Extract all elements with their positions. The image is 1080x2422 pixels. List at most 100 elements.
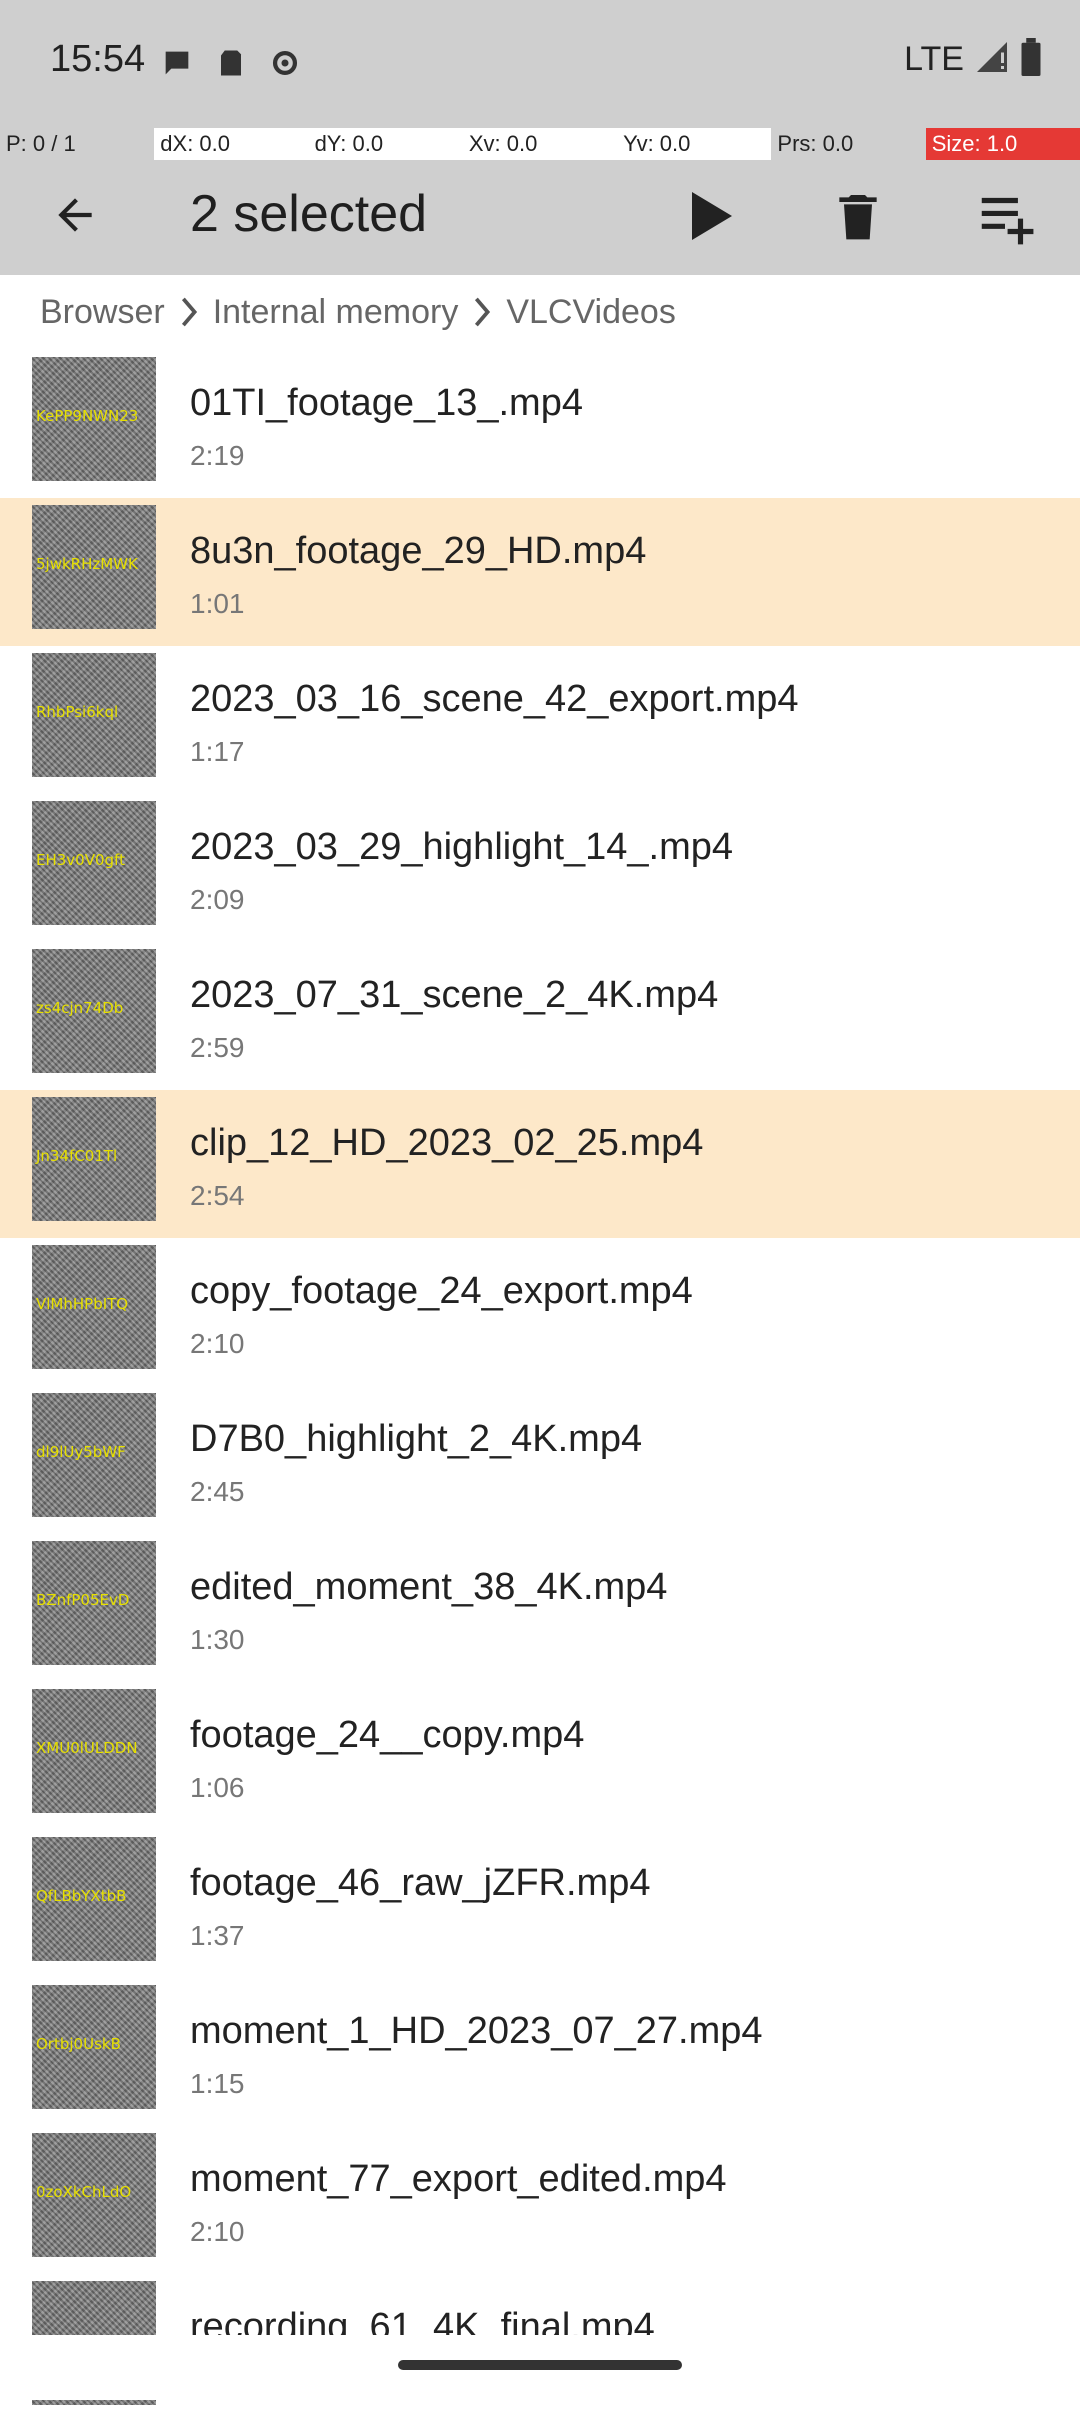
- thumbnail-label: RhbPsi6kql: [36, 703, 119, 721]
- video-title: moment_77_export_edited.mp4: [190, 2158, 727, 2200]
- video-thumbnail: dl9lUy5bWF: [32, 1393, 156, 1517]
- status-right: LTE: [904, 38, 1042, 81]
- add-to-playlist-button[interactable]: [965, 176, 1045, 256]
- debug-xv: Xv: 0.0: [468, 131, 538, 156]
- debug-pressure: Prs: 0.0: [771, 128, 926, 160]
- breadcrumb-browser[interactable]: Browser: [40, 293, 165, 332]
- sd-card-icon: [216, 46, 246, 85]
- thumbnail-label: EH3v0V0gft: [36, 851, 125, 869]
- thumbnail-label: zs4cjn74Db: [36, 999, 124, 1017]
- debug-yv: Yv: 0.0: [623, 131, 691, 156]
- thumbnail-label: Ortbj0UskB: [36, 2035, 121, 2053]
- list-item[interactable]: 0zoXkChLdO moment_77_export_edited.mp4 2:1…: [0, 2126, 1080, 2274]
- video-title: 2023_07_31_scene_2_4K.mp4: [190, 974, 719, 1016]
- list-item[interactable]: BZnfP05EvD edited_moment_38_4K.mp4 1:30: [0, 1534, 1080, 1682]
- thumbnail-label: 5jwkRHzMWK: [36, 555, 138, 573]
- debug-size: Size: 1.0: [925, 128, 1080, 160]
- video-duration: 1:06: [190, 1772, 245, 1803]
- status-left-icons: [160, 46, 302, 85]
- video-title: 01TI_footage_13_.mp4: [190, 382, 583, 424]
- chevron-right-icon: [179, 297, 199, 327]
- playlist-add-icon: [981, 197, 1034, 245]
- list-item[interactable]: KePP9NWN23 01TI_footage_13_.mp4 2:19: [0, 350, 1080, 498]
- video-duration: 2:45: [190, 1476, 245, 1507]
- video-title: 8u3n_footage_29_HD.mp4: [190, 530, 647, 572]
- delete-icon: [839, 195, 877, 240]
- list-item[interactable]: QfLBbYXtbB footage_46_raw_jZFR.mp4 1:37: [0, 1830, 1080, 1978]
- video-thumbnail: BZnfP05EvD: [32, 1541, 156, 1665]
- video-duration: 2:19: [190, 440, 245, 471]
- debug-dy: dY: 0.0: [314, 131, 384, 156]
- video-thumbnail: XMU0lULDDN: [32, 1689, 156, 1813]
- video-thumbnail: 0zoXkChLdO: [32, 2133, 156, 2257]
- video-duration: 2:10: [190, 2216, 245, 2247]
- video-title: copy_footage_24_export.mp4: [190, 1270, 693, 1312]
- video-thumbnail: EH3v0V0gft: [32, 801, 156, 925]
- thumbnail-label: VlMhHPbITQ: [36, 1295, 129, 1313]
- video-thumbnail: 5jwkRHzMWK: [32, 505, 156, 629]
- thumbnail-label: BZnfP05EvD: [36, 1591, 130, 1609]
- status-bar: 15:54 LTE: [0, 0, 1080, 128]
- pointer-debug-bar: P: 0 / 1 dX: 0.0 dY: 0.0 Xv: 0.0 Yv: 0.0…: [0, 128, 1080, 160]
- network-type: LTE: [904, 40, 964, 78]
- list-item[interactable]: dl9lUy5bWF D7B0_highlight_2_4K.mp4 2:45: [0, 1386, 1080, 1534]
- battery-icon: [1020, 38, 1042, 81]
- thumbnail-label: QfLBbYXtbB: [36, 1887, 127, 1905]
- delete-button[interactable]: [818, 176, 898, 256]
- video-title: D7B0_highlight_2_4K.mp4: [190, 1418, 643, 1460]
- video-list: KePP9NWN23 01TI_footage_13_.mp4 2:19 5jwkRH…: [0, 350, 1080, 2422]
- video-duration: 2:09: [190, 884, 245, 915]
- thumbnail-label: Jn34fC01Tl: [36, 1147, 118, 1165]
- settings-gear-icon: [268, 46, 302, 85]
- video-thumbnail: KePP9NWN23: [32, 357, 156, 481]
- video-thumbnail: QfLBbYXtbB: [32, 1837, 156, 1961]
- list-item[interactable]: Ortbj0UskB moment_1_HD_2023_07_27.mp4 1:15: [0, 1978, 1080, 2126]
- thumbnail-label: dl9lUy5bWF: [36, 1443, 126, 1461]
- video-title: footage_24__copy.mp4: [190, 1714, 585, 1756]
- list-item[interactable]: EH3v0V0gft 2023_03_29_highlight_14_.mp4 2:…: [0, 794, 1080, 942]
- video-duration: 2:59: [190, 1032, 245, 1063]
- thumbnail-label: KePP9NWN23: [36, 407, 139, 425]
- signal-icon: [974, 39, 1010, 80]
- video-title: edited_moment_38_4K.mp4: [190, 1566, 668, 1608]
- chevron-right-icon: [472, 297, 492, 327]
- video-duration: 1:30: [190, 1624, 245, 1655]
- breadcrumb-vlcvideos[interactable]: VLCVideos: [506, 293, 676, 332]
- list-item[interactable]: XMU0lULDDN footage_24__copy.mp4 1:06: [0, 1682, 1080, 1830]
- debug-pointer: P: 0 / 1: [0, 128, 155, 160]
- gesture-handle[interactable]: [398, 2360, 682, 2370]
- video-duration: 1:17: [190, 736, 245, 767]
- play-button[interactable]: [668, 176, 748, 256]
- video-duration: 2:54: [190, 1180, 245, 1211]
- video-thumbnail: RhbPsi6kql: [32, 653, 156, 777]
- list-item[interactable]: VlMhHPbITQ copy_footage_24_export.mp4 2:10: [0, 1238, 1080, 1386]
- back-button[interactable]: [40, 180, 110, 250]
- video-title: moment_1_HD_2023_07_27.mp4: [190, 2010, 763, 2052]
- video-duration: 1:15: [190, 2068, 245, 2099]
- video-duration: 1:37: [190, 1920, 245, 1951]
- video-title: 2023_03_29_highlight_14_.mp4: [190, 826, 734, 868]
- chat-icon: [160, 46, 194, 85]
- selection-title: 2 selected: [190, 185, 428, 243]
- video-thumbnail: Ortbj0UskB: [32, 1985, 156, 2109]
- video-title: footage_46_raw_jZFR.mp4: [190, 1862, 651, 1904]
- video-title: clip_12_HD_2023_02_25.mp4: [190, 1122, 704, 1164]
- video-duration: 2:10: [190, 1328, 245, 1359]
- status-time: 15:54: [50, 38, 146, 80]
- list-item[interactable]: Jn34fC01Tl clip_12_HD_2023_02_25.mp4 2:54: [0, 1090, 1080, 1238]
- video-thumbnail: VlMhHPbITQ: [32, 1245, 156, 1369]
- thumbnail-label: XMU0lULDDN: [36, 1739, 138, 1757]
- breadcrumb: Browser Internal memory VLCVideos: [40, 282, 676, 342]
- video-thumbnail: zs4cjn74Db: [32, 949, 156, 1073]
- video-title: 2023_03_16_scene_42_export.mp4: [190, 678, 799, 720]
- breadcrumb-internal-memory[interactable]: Internal memory: [213, 293, 459, 332]
- arrow-back-icon: [58, 198, 92, 232]
- toolbar: 2 selected: [0, 160, 1080, 275]
- play-icon: [692, 192, 732, 240]
- video-thumbnail: Jn34fC01Tl: [32, 1097, 156, 1221]
- list-item[interactable]: RhbPsi6kql 2023_03_16_scene_42_export.mp4…: [0, 646, 1080, 794]
- list-item[interactable]: zs4cjn74Db 2023_07_31_scene_2_4K.mp4 2:59: [0, 942, 1080, 1090]
- list-item[interactable]: 5jwkRHzMWK 8u3n_footage_29_HD.mp4 1:01: [0, 498, 1080, 646]
- thumbnail-label: 0zoXkChLdO: [36, 2183, 132, 2201]
- video-duration: 1:01: [190, 588, 245, 619]
